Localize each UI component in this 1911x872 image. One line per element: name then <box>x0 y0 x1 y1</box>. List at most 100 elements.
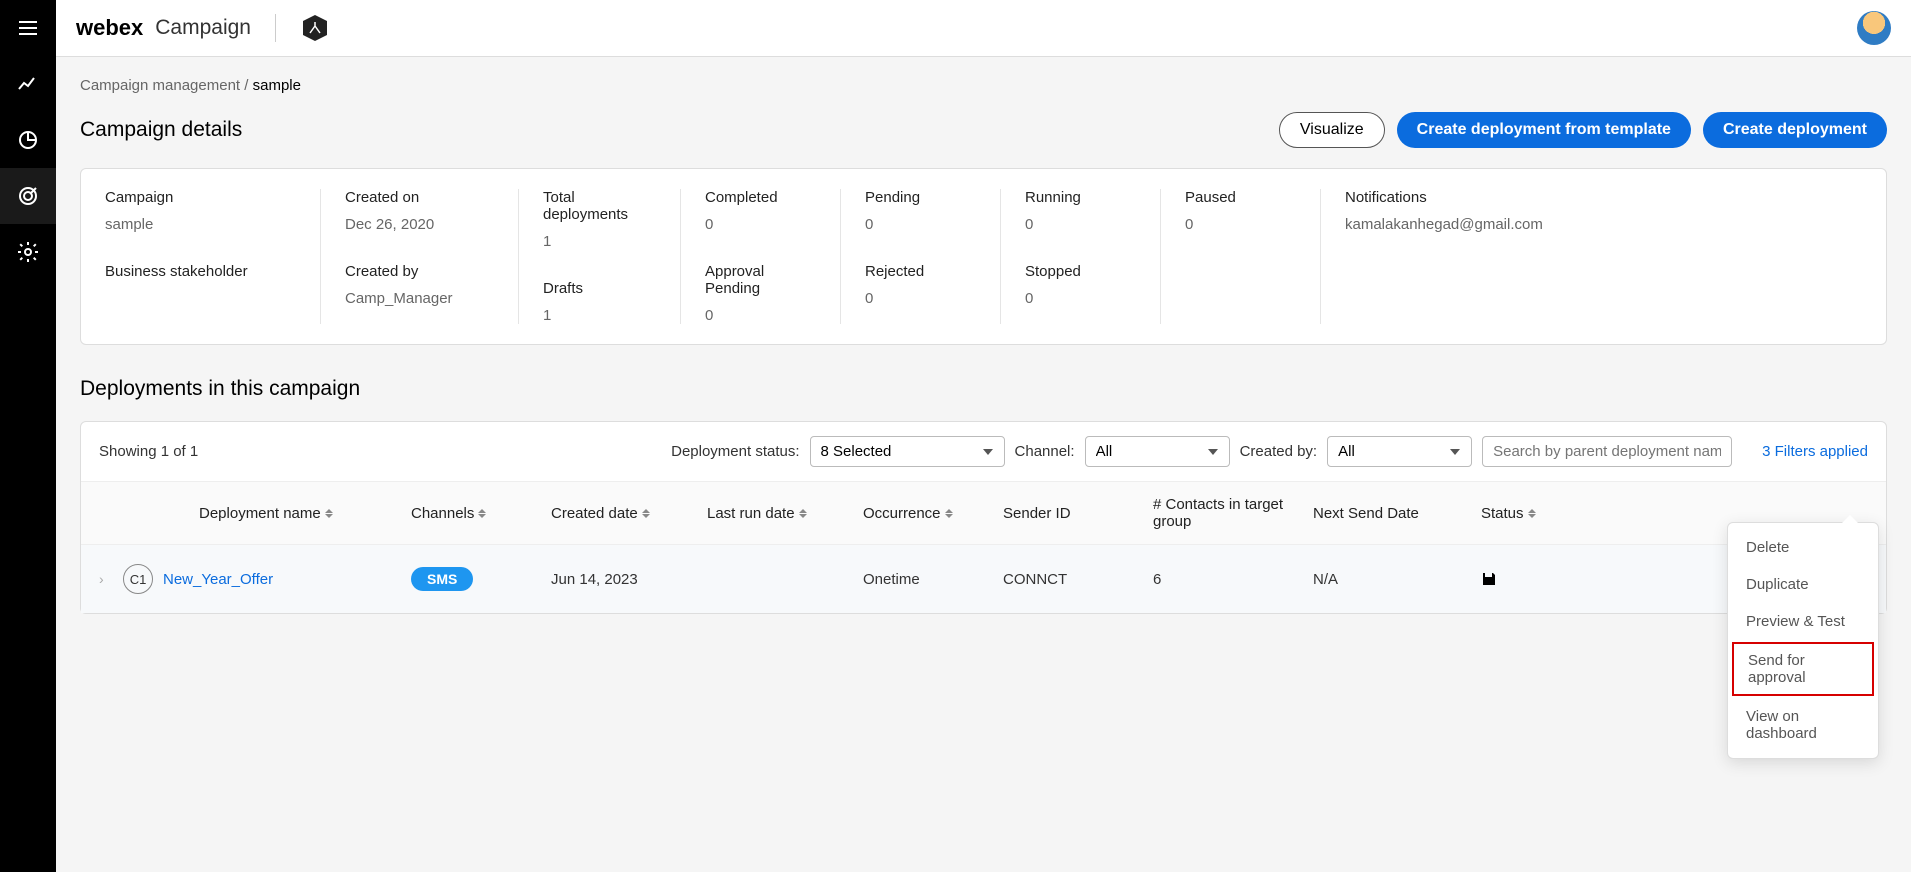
menu-preview[interactable]: Preview & Test <box>1728 603 1878 640</box>
created-on-label: Created on <box>345 189 494 206</box>
header-row: Campaign details Visualize Create deploy… <box>80 112 1887 148</box>
status-filter-select[interactable]: 8 Selected <box>810 436 1005 467</box>
avatar[interactable] <box>1857 11 1891 45</box>
completed-label: Completed <box>705 189 816 206</box>
hamburger-icon <box>16 16 40 40</box>
create-from-template-button[interactable]: Create deployment from template <box>1397 112 1691 148</box>
sort-icon <box>325 509 333 518</box>
created-on-value: Dec 26, 2020 <box>345 216 494 233</box>
cell-contacts: 6 <box>1153 571 1313 588</box>
logo-product: Campaign <box>155 16 251 40</box>
createdby-filter-select[interactable]: All <box>1327 436 1472 467</box>
sort-icon <box>945 509 953 518</box>
hexagon-icon <box>300 13 330 43</box>
table-head: Deployment name Channels Created date La… <box>81 481 1886 545</box>
target-icon <box>16 184 40 208</box>
page-title: Campaign details <box>80 118 242 142</box>
logo: webex Campaign <box>76 13 330 43</box>
notifications-value: kamalakanhegad@gmail.com <box>1345 216 1862 233</box>
details-card: Campaign sample Business stakeholder Cre… <box>80 168 1887 345</box>
line-chart-icon <box>16 72 40 96</box>
drafts-value: 1 <box>543 307 656 324</box>
breadcrumb-current: sample <box>253 77 301 94</box>
paused-label: Paused <box>1185 189 1296 206</box>
menu-view-dashboard[interactable]: View on dashboard <box>1728 698 1878 752</box>
table-filters: Showing 1 of 1 Deployment status: 8 Sele… <box>81 422 1886 481</box>
create-deployment-button[interactable]: Create deployment <box>1703 112 1887 148</box>
sort-icon <box>799 509 807 518</box>
col-contacts: # Contacts in target group <box>1153 496 1313 530</box>
sort-icon <box>1528 509 1536 518</box>
logo-brand: webex <box>76 15 143 41</box>
channel-chip: SMS <box>411 567 473 591</box>
logo-divider <box>275 14 276 42</box>
approval-label: Approval Pending <box>705 263 816 297</box>
col-next-send: Next Send Date <box>1313 496 1481 530</box>
sidebar <box>0 0 56 872</box>
created-by-label: Created by <box>345 263 494 280</box>
menu-duplicate[interactable]: Duplicate <box>1728 566 1878 603</box>
sidebar-item-reports[interactable] <box>0 112 56 168</box>
table-row: › C1 New_Year_Offer SMS Jun 14, 2023 One… <box>81 545 1886 613</box>
col-last-run[interactable]: Last run date <box>707 496 863 530</box>
created-by-value: Camp_Manager <box>345 290 494 307</box>
sidebar-item-campaigns[interactable] <box>0 168 56 224</box>
col-channels[interactable]: Channels <box>411 496 551 530</box>
pending-label: Pending <box>865 189 976 206</box>
row-actions-menu: Delete Duplicate Preview & Test Send for… <box>1727 522 1879 759</box>
hamburger-menu[interactable] <box>0 0 56 56</box>
pie-chart-icon <box>16 128 40 152</box>
channel-filter-label: Channel: <box>1015 443 1075 460</box>
search-input[interactable] <box>1482 436 1732 467</box>
approval-value: 0 <box>705 307 816 324</box>
cell-sender: CONNCT <box>1003 571 1153 588</box>
sort-icon <box>642 509 650 518</box>
deployment-link[interactable]: New_Year_Offer <box>163 571 273 588</box>
drafts-label: Drafts <box>543 280 656 297</box>
notifications-label: Notifications <box>1345 189 1862 206</box>
createdby-filter-label: Created by: <box>1240 443 1318 460</box>
col-deployment-name[interactable]: Deployment name <box>99 496 411 530</box>
completed-value: 0 <box>705 216 816 233</box>
stakeholder-label: Business stakeholder <box>105 263 296 280</box>
stopped-value: 0 <box>1025 290 1136 307</box>
running-value: 0 <box>1025 216 1136 233</box>
main: Campaign management / sample Campaign de… <box>56 57 1911 872</box>
stopped-label: Stopped <box>1025 263 1136 280</box>
breadcrumb-parent[interactable]: Campaign management <box>80 77 240 94</box>
rejected-value: 0 <box>865 290 976 307</box>
campaign-value: sample <box>105 216 296 233</box>
topbar: webex Campaign <box>56 0 1911 57</box>
running-label: Running <box>1025 189 1136 206</box>
status-filter-label: Deployment status: <box>671 443 799 460</box>
campaign-label: Campaign <box>105 189 296 206</box>
rejected-label: Rejected <box>865 263 976 280</box>
showing-count: Showing 1 of 1 <box>99 443 198 460</box>
col-created-date[interactable]: Created date <box>551 496 707 530</box>
sidebar-item-analytics[interactable] <box>0 56 56 112</box>
deployments-table: Showing 1 of 1 Deployment status: 8 Sele… <box>80 421 1887 614</box>
menu-send-for-approval[interactable]: Send for approval <box>1732 642 1874 696</box>
gear-icon <box>16 240 40 264</box>
visualize-button[interactable]: Visualize <box>1279 112 1385 148</box>
sidebar-item-settings[interactable] <box>0 224 56 280</box>
cell-created: Jun 14, 2023 <box>551 571 707 588</box>
row-badge: C1 <box>123 564 153 594</box>
header-actions: Visualize Create deployment from templat… <box>1279 112 1887 148</box>
filters-applied[interactable]: 3 Filters applied <box>1762 443 1868 460</box>
pending-value: 0 <box>865 216 976 233</box>
col-sender-id: Sender ID <box>1003 496 1153 530</box>
total-label: Total deployments <box>543 189 656 223</box>
cell-occurrence: Onetime <box>863 571 1003 588</box>
menu-delete[interactable]: Delete <box>1728 529 1878 566</box>
section-title: Deployments in this campaign <box>80 377 1887 401</box>
cell-next: N/A <box>1313 571 1481 588</box>
channel-filter-select[interactable]: All <box>1085 436 1230 467</box>
paused-value: 0 <box>1185 216 1296 233</box>
chevron-right-icon[interactable]: › <box>99 571 113 587</box>
col-occurrence[interactable]: Occurrence <box>863 496 1003 530</box>
col-status[interactable]: Status <box>1481 496 1571 530</box>
total-value: 1 <box>543 233 656 250</box>
save-icon <box>1481 571 1497 587</box>
sort-icon <box>478 509 486 518</box>
